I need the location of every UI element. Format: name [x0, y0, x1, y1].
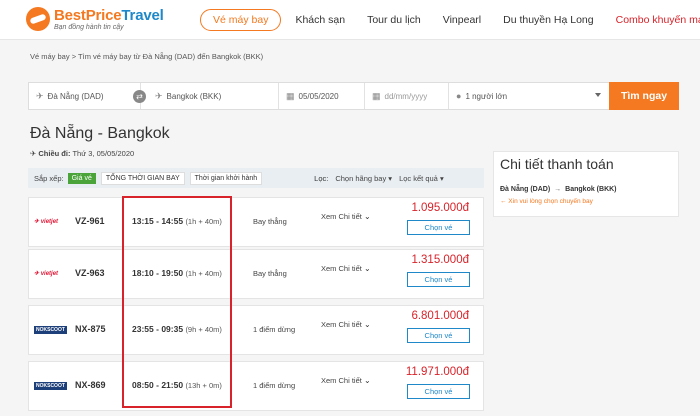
landing-icon: ✈ — [155, 90, 163, 101]
nav-item-flights[interactable]: Vé máy bay — [200, 9, 282, 31]
filter-label: Lọc: — [314, 173, 329, 183]
logo[interactable]: BestPriceTravel Bạn đồng hành tin cậy — [26, 7, 164, 31]
sort-filter-bar: Sắp xếp: Giá vé TỔNG THỜI GIAN BAY Thời … — [28, 168, 484, 188]
breadcrumb-current: Tìm vé máy bay từ Đà Nẵng (DAD) đến Bang… — [78, 52, 264, 61]
brand-tagline: Bạn đồng hành tin cậy — [54, 23, 124, 31]
flight-row: ✈ vietjet VZ-963 18:10 - 19:50 (1h + 40m… — [28, 249, 484, 299]
breadcrumb: Vé máy bay > Tìm vé máy bay từ Đà Nẵng (… — [30, 52, 263, 61]
stops-label: 1 điểm dừng — [253, 381, 296, 390]
vietjet-logo: ✈ vietjet — [34, 219, 59, 225]
time-column-highlight — [122, 196, 232, 408]
sort-depart-time-button[interactable]: Thời gian khởi hành — [189, 171, 263, 185]
logo-plane-icon — [26, 7, 50, 31]
details-toggle[interactable]: Xem Chi tiết ⌄ — [321, 320, 371, 329]
chevron-down-icon: ⌄ — [363, 264, 371, 273]
breadcrumb-separator: > — [71, 52, 77, 61]
choose-ticket-button[interactable]: Chọn vé — [407, 220, 470, 235]
price: 1.315.000đ — [411, 254, 469, 266]
payment-route: Đà Nẵng (DAD) → Bangkok (BKK) — [500, 186, 617, 193]
sort-label: Sắp xếp: — [34, 173, 64, 183]
nav-item-hotels[interactable]: Khách sạn — [295, 10, 345, 30]
plane-icon: ✈ — [30, 149, 37, 158]
flight-code: VZ-961 — [75, 216, 105, 226]
chevron-down-icon: ⌄ — [363, 376, 371, 385]
passenger-select[interactable]: ● 1 người lớn — [449, 83, 609, 109]
calendar-icon: ▦ — [372, 90, 381, 101]
details-toggle[interactable]: Xem Chi tiết ⌄ — [321, 376, 371, 385]
takeoff-icon: ✈ — [36, 90, 44, 101]
sort-total-time-button[interactable]: TỔNG THỜI GIAN BAY — [100, 171, 185, 185]
filter-airline-dropdown[interactable]: Chọn hãng bay ▾ — [335, 174, 392, 183]
top-navigation-bar: BestPriceTravel Bạn đồng hành tin cậy Vé… — [0, 0, 700, 40]
stops-label: Bay thẳng — [253, 217, 287, 226]
flight-code: NX-869 — [75, 380, 106, 390]
main-nav: Vé máy bay Khách sạn Tour du lịch Vinpea… — [200, 9, 700, 31]
nav-item-vinpearl[interactable]: Vinpearl — [443, 10, 481, 30]
nokscoot-logo: NOKSCOOT — [34, 382, 67, 390]
calendar-icon: ▦ — [286, 90, 295, 101]
price: 6.801.000đ — [411, 310, 469, 322]
price: 11.971.000đ — [405, 366, 469, 378]
flight-search-bar: ✈ Đà Nẵng (DAD) ⇄ ✈ Bangkok (BKK) ▦ 05/0… — [28, 82, 679, 110]
chevron-down-icon: ⌄ — [363, 320, 371, 329]
to-field[interactable]: ✈ Bangkok (BKK) — [141, 83, 279, 109]
flight-row: ✈ vietjet VZ-961 13:15 - 14:55 (1h + 40m… — [28, 197, 484, 247]
depart-info: ✈ Chiều đi: Thứ 3, 05/05/2020 — [30, 149, 135, 158]
choose-ticket-button[interactable]: Chọn vé — [407, 328, 470, 343]
stops-label: 1 điểm dừng — [253, 325, 296, 334]
chevron-down-icon: ⌄ — [363, 212, 371, 221]
flight-row: NOKSCOOT NX-875 23:55 - 09:35 (9h + 40m)… — [28, 305, 484, 355]
search-button[interactable]: Tìm ngay — [609, 82, 679, 110]
filter-result-dropdown[interactable]: Lọc kết quả ▾ — [399, 174, 444, 183]
nav-item-combo[interactable]: Combo khuyến mại — [616, 10, 700, 30]
flight-code: NX-875 — [75, 324, 106, 334]
nav-item-tours[interactable]: Tour du lịch — [367, 10, 421, 30]
depart-date-field[interactable]: ▦ 05/05/2020 — [279, 83, 365, 109]
payment-summary-panel: Chi tiết thanh toán Đà Nẵng (DAD) → Bangko… — [493, 151, 679, 217]
brand-name: BestPriceTravel — [54, 6, 164, 24]
choose-ticket-button[interactable]: Chọn vé — [407, 384, 470, 399]
flight-row: NOKSCOOT NX-869 08:50 - 21:50 (13h + 0m)… — [28, 361, 484, 411]
choose-ticket-button[interactable]: Chọn vé — [407, 272, 470, 287]
details-toggle[interactable]: Xem Chi tiết ⌄ — [321, 264, 371, 273]
flight-code: VZ-963 — [75, 268, 105, 278]
price: 1.095.000đ — [411, 202, 469, 214]
nokscoot-logo: NOKSCOOT — [34, 326, 67, 334]
route-title: Đà Nẵng - Bangkok — [30, 125, 170, 142]
details-toggle[interactable]: Xem Chi tiết ⌄ — [321, 212, 371, 221]
nav-item-cruise[interactable]: Du thuyền Hạ Long — [503, 10, 593, 30]
return-date-field[interactable]: ▦ dd/mm/yyyy — [365, 83, 449, 109]
chevron-down-icon — [595, 93, 601, 97]
payment-title: Chi tiết thanh toán — [500, 156, 614, 172]
payment-note: ← Xin vui lòng chọn chuyến bay — [500, 198, 593, 205]
person-icon: ● — [456, 91, 462, 101]
vietjet-logo: ✈ vietjet — [34, 271, 59, 277]
from-field[interactable]: ✈ Đà Nẵng (DAD) — [29, 83, 141, 109]
breadcrumb-home[interactable]: Vé máy bay — [30, 52, 70, 61]
stops-label: Bay thẳng — [253, 269, 287, 278]
sort-price-button[interactable]: Giá vé — [67, 172, 96, 184]
